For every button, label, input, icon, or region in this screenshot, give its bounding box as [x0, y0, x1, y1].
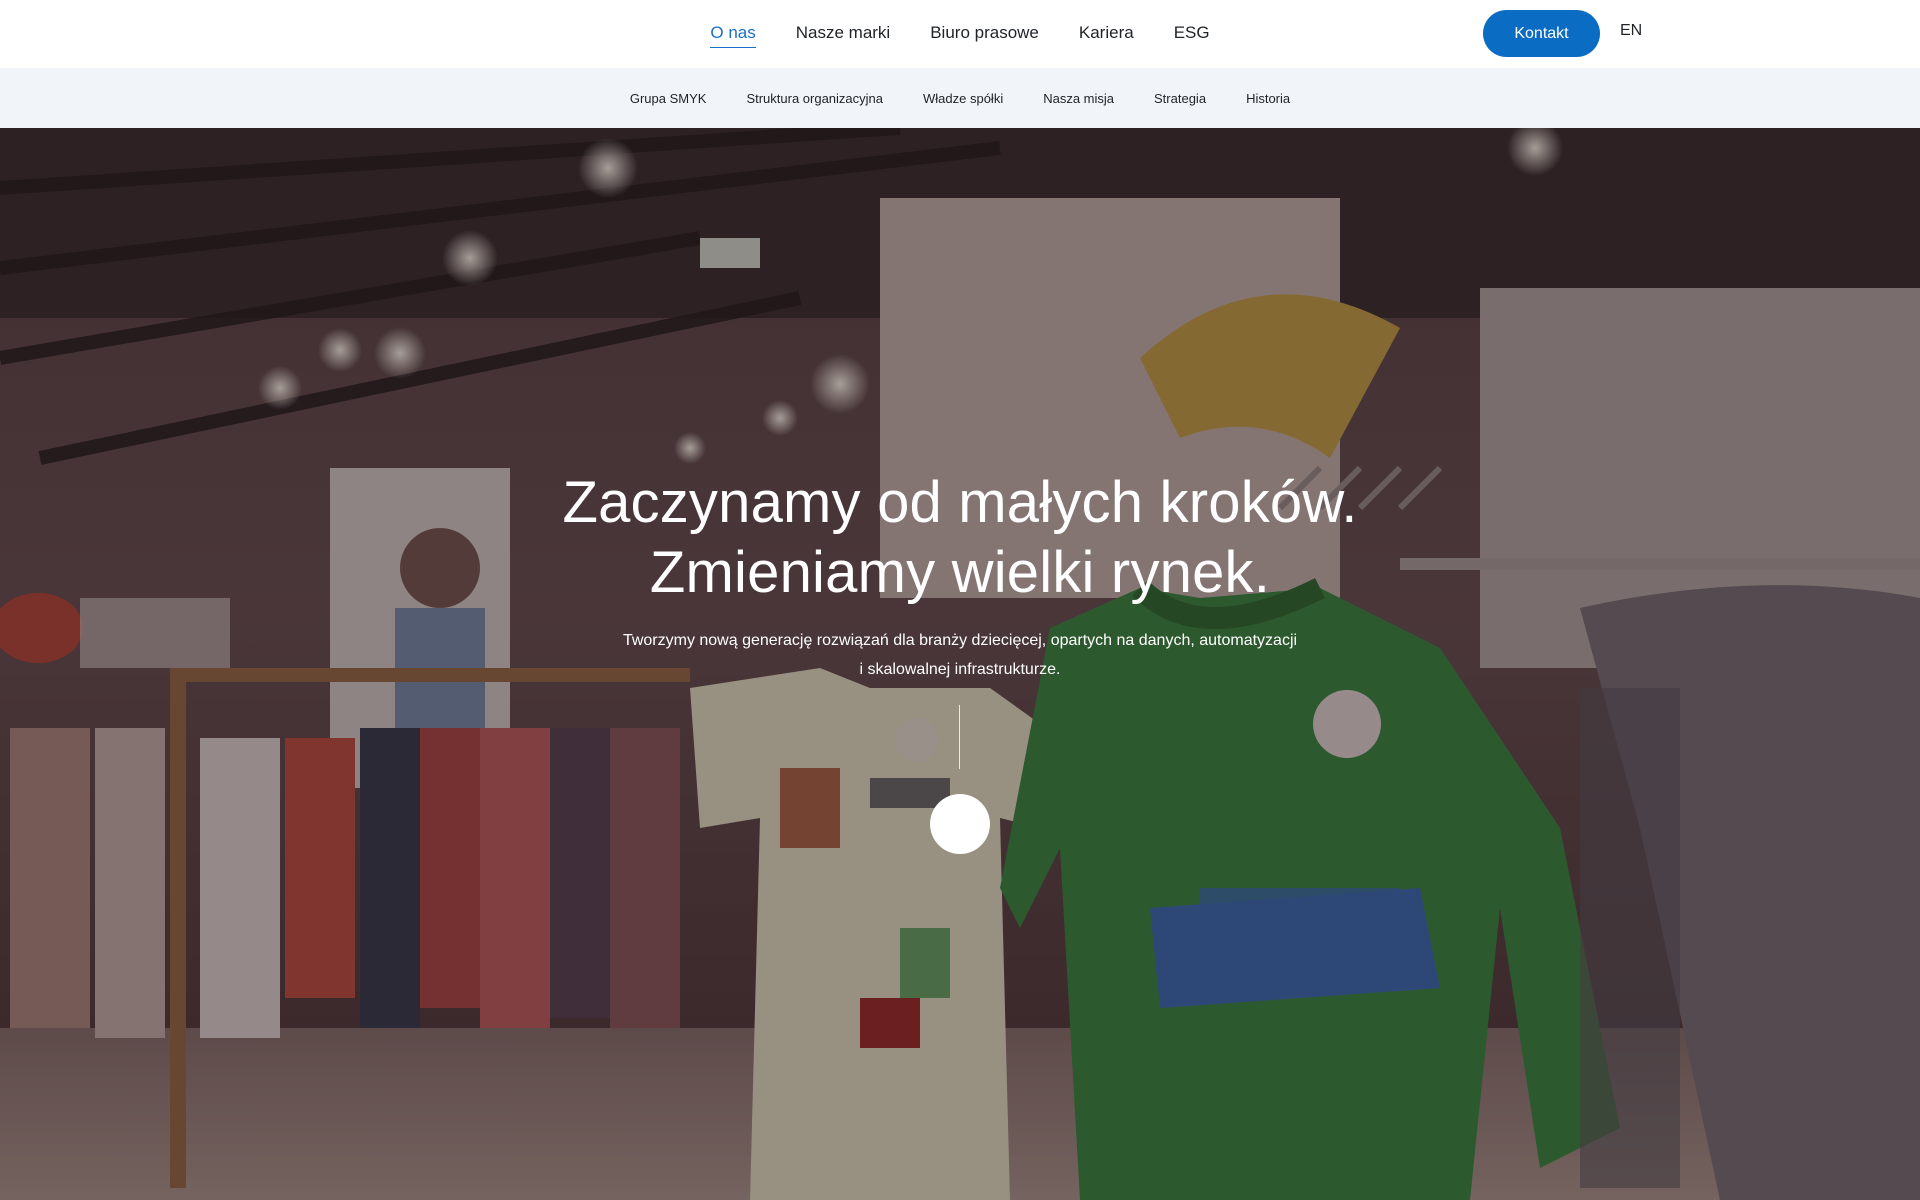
hero-title-line-1: Zaczynamy od małych kroków.	[562, 470, 1358, 535]
contact-button[interactable]: Kontakt	[1483, 10, 1600, 57]
hero-section: Zaczynamy od małych kroków. Zmieniamy wi…	[0, 128, 1920, 1200]
hero-subtitle-line-2: i skalowalnej infrastrukturze.	[859, 661, 1061, 678]
hero-title-line-2: Zmieniamy wielki rynek.	[649, 540, 1271, 605]
sub-navigation-bar: Grupa SMYK Struktura organizacyjna Władz…	[0, 68, 1920, 128]
subnav-item-strategia[interactable]: Strategia	[1154, 91, 1206, 106]
top-navigation-bar: O nas Nasze marki Biuro prasowe Kariera …	[0, 0, 1920, 68]
nav-item-nasze-marki[interactable]: Nasze marki	[796, 21, 890, 47]
language-switch[interactable]: EN	[1620, 22, 1642, 40]
subnav-item-historia[interactable]: Historia	[1246, 91, 1290, 106]
hero-subtitle: Tworzymy nową generację rozwiązań dla br…	[0, 626, 1920, 684]
hero-subtitle-line-1: Tworzymy nową generację rozwiązań dla br…	[622, 632, 1298, 649]
nav-item-esg[interactable]: ESG	[1174, 21, 1210, 47]
hero-content: Zaczynamy od małych kroków. Zmieniamy wi…	[0, 468, 1920, 684]
nav-item-biuro-prasowe[interactable]: Biuro prasowe	[930, 21, 1039, 47]
scroll-down-button[interactable]	[930, 794, 990, 854]
hero-title: Zaczynamy od małych kroków. Zmieniamy wi…	[0, 468, 1920, 608]
nav-item-o-nas[interactable]: O nas	[710, 21, 756, 48]
subnav-item-grupa-smyk[interactable]: Grupa SMYK	[630, 91, 707, 106]
subnav-item-struktura-organizacyjna[interactable]: Struktura organizacyjna	[746, 91, 883, 106]
scroll-indicator-line	[959, 705, 960, 769]
subnav-item-nasza-misja[interactable]: Nasza misja	[1043, 91, 1114, 106]
nav-item-kariera[interactable]: Kariera	[1079, 21, 1134, 47]
subnav-item-wladze-spolki[interactable]: Władze spółki	[923, 91, 1003, 106]
sub-nav: Grupa SMYK Struktura organizacyjna Władz…	[0, 68, 1920, 128]
